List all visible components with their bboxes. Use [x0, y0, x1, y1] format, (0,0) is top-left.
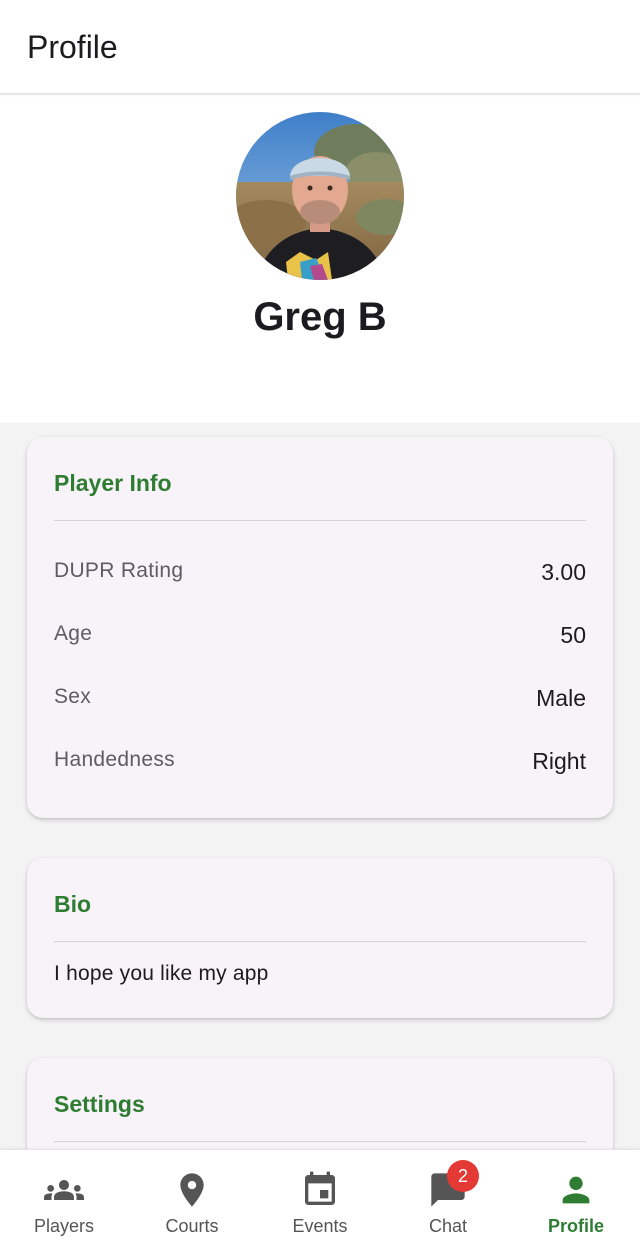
- handedness-label: Handedness: [54, 748, 175, 771]
- info-row-sex: Sex Male: [54, 685, 586, 715]
- location-pin-icon: [180, 1173, 204, 1207]
- nav-item-profile[interactable]: Profile: [512, 1150, 640, 1249]
- nav-label-events: Events: [292, 1216, 348, 1236]
- age-label: Age: [54, 622, 93, 645]
- nav-label-chat: Chat: [428, 1216, 468, 1236]
- nav-label-profile: Profile: [547, 1216, 604, 1236]
- avatar[interactable]: [236, 112, 404, 280]
- bio-title: Bio: [54, 891, 92, 917]
- nav-item-events[interactable]: Events: [256, 1150, 384, 1249]
- bio-text: I hope you like my app: [54, 962, 269, 985]
- avatar-photo: [236, 112, 404, 280]
- chat-unread-badge: 2: [447, 1160, 479, 1192]
- settings-title: Settings: [54, 1091, 145, 1117]
- profile-header: Greg B: [0, 95, 640, 423]
- divider: [54, 1141, 586, 1142]
- nav-label-players: Players: [33, 1216, 95, 1236]
- nav-item-players[interactable]: Players: [0, 1150, 128, 1249]
- player-info-title: Player Info: [54, 470, 172, 496]
- bottom-navigation: Players Courts Events Chat Profile: [0, 1149, 640, 1249]
- info-row-age: Age 50: [54, 622, 586, 652]
- group-icon: [44, 1180, 84, 1200]
- player-info-card: Player Info DUPR Rating 3.00 Age 50 Sex …: [27, 437, 613, 818]
- page-title: Profile: [27, 29, 118, 65]
- divider: [54, 520, 586, 521]
- divider: [54, 941, 586, 942]
- age-value: 50: [560, 622, 586, 648]
- nav-item-courts[interactable]: Courts: [128, 1150, 256, 1249]
- info-row-handedness: Handedness Right: [54, 748, 586, 778]
- sex-value: Male: [536, 685, 586, 711]
- dupr-rating-value: 3.00: [541, 559, 586, 585]
- dupr-rating-label: DUPR Rating: [54, 559, 184, 582]
- calendar-icon: [305, 1171, 335, 1205]
- handedness-value: Right: [532, 748, 586, 774]
- person-icon: [562, 1176, 590, 1204]
- info-row-dupr-rating: DUPR Rating 3.00: [54, 559, 586, 589]
- sex-label: Sex: [54, 685, 92, 708]
- bio-card: Bio I hope you like my app: [27, 858, 613, 1018]
- user-name: Greg B: [253, 295, 387, 339]
- app-bar: Profile: [0, 0, 640, 94]
- nav-item-chat[interactable]: Chat: [384, 1150, 512, 1249]
- nav-label-courts: Courts: [165, 1216, 219, 1236]
